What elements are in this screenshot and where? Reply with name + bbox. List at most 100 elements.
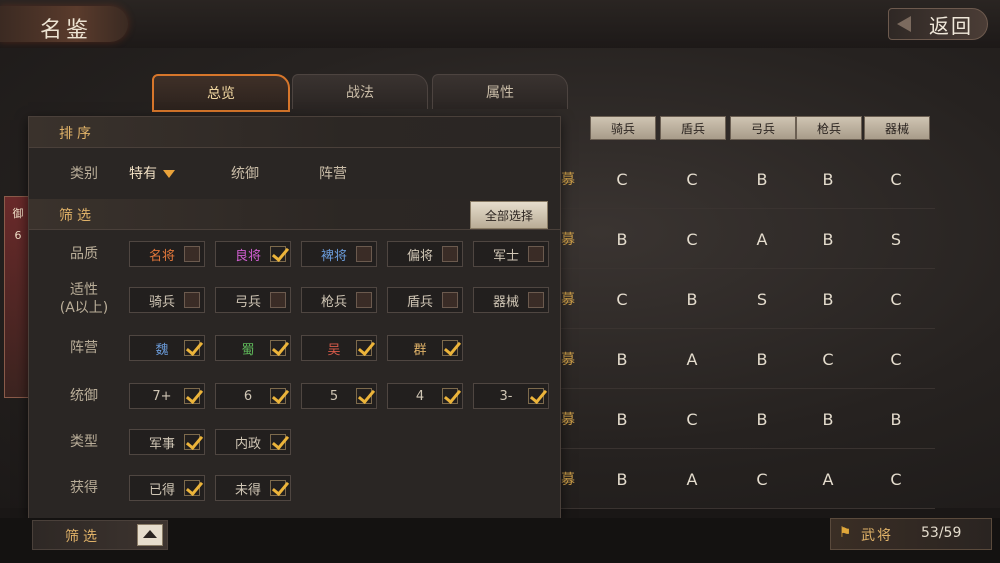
table-cell: B <box>822 229 834 249</box>
back-button[interactable]: 返回 <box>888 8 988 40</box>
filter-option-quality[interactable]: 良将 <box>215 241 291 267</box>
table-cell: C <box>616 169 628 189</box>
column-header[interactable]: 骑兵 <box>590 116 656 140</box>
checkbox-unchecked-icon[interactable] <box>528 292 544 308</box>
checkbox-checked-icon[interactable] <box>184 388 200 404</box>
checkbox-checked-icon[interactable] <box>442 340 458 356</box>
table-cell: B <box>756 349 768 369</box>
checkbox-checked-icon[interactable] <box>270 388 286 404</box>
table-row[interactable]: 募BCBBB <box>510 390 935 449</box>
filter-option-command[interactable]: 3- <box>473 383 549 409</box>
checkbox-checked-icon[interactable] <box>270 434 286 450</box>
filter-toggle-label: 筛选 <box>65 529 101 545</box>
table-row[interactable]: 募BCABS <box>510 210 935 269</box>
filter-option-command[interactable]: 4 <box>387 383 463 409</box>
filter-option-obtained[interactable]: 未得 <box>215 475 291 501</box>
general-count-badge[interactable]: ⚑ 武将 53/59 <box>830 518 992 550</box>
checkbox-unchecked-icon[interactable] <box>528 246 544 262</box>
table-cell: C <box>686 229 698 249</box>
sort-option-command[interactable]: 统御 <box>231 163 259 183</box>
filter-option-quality[interactable]: 军士 <box>473 241 549 267</box>
table-row[interactable]: 募BABCC <box>510 330 935 389</box>
checkbox-unchecked-icon[interactable] <box>184 292 200 308</box>
filter-option-type[interactable]: 军事 <box>129 429 205 455</box>
tab-attributes[interactable]: 属性 <box>432 74 568 109</box>
column-header[interactable]: 枪兵 <box>796 116 862 140</box>
sort-option-special[interactable]: 特有 <box>129 163 175 183</box>
column-header[interactable]: 盾兵 <box>660 116 726 140</box>
filter-option-quality[interactable]: 裨将 <box>301 241 377 267</box>
checkbox-checked-icon[interactable] <box>270 480 286 496</box>
column-header[interactable]: 弓兵 <box>730 116 796 140</box>
filter-option-command[interactable]: 6 <box>215 383 291 409</box>
sort-title: 排序 <box>59 126 95 142</box>
dropdown-triangle-icon <box>163 170 175 178</box>
filter-option-faction[interactable]: 魏 <box>129 335 205 361</box>
general-label: 武将 <box>861 528 893 544</box>
filter-option-aptitude[interactable]: 枪兵 <box>301 287 377 313</box>
filter-label-obtained: 获得 <box>70 480 98 496</box>
tab-tactics[interactable]: 战法 <box>292 74 428 109</box>
column-header[interactable]: 器械 <box>864 116 930 140</box>
table-cell: B <box>616 349 628 369</box>
checkbox-checked-icon[interactable] <box>356 388 372 404</box>
filter-option-type[interactable]: 内政 <box>215 429 291 455</box>
checkbox-unchecked-icon[interactable] <box>356 292 372 308</box>
filter-option-aptitude[interactable]: 弓兵 <box>215 287 291 313</box>
filter-option-faction[interactable]: 吴 <box>301 335 377 361</box>
tab-overview[interactable]: 总览 <box>152 74 290 112</box>
table-cell: A <box>822 469 834 489</box>
collapse-up-icon[interactable] <box>137 524 163 546</box>
checkbox-checked-icon[interactable] <box>184 340 200 356</box>
select-all-button[interactable]: 全部选择 <box>470 201 548 229</box>
table-cell: B <box>686 289 698 309</box>
filter-option-command[interactable]: 7+ <box>129 383 205 409</box>
sort-option-faction[interactable]: 阵营 <box>319 163 347 183</box>
table-row[interactable]: 募BACAC <box>510 450 935 509</box>
checkbox-unchecked-icon[interactable] <box>442 246 458 262</box>
table-cell: C <box>616 289 628 309</box>
checkbox-unchecked-icon[interactable] <box>356 246 372 262</box>
filter-label-quality: 品质 <box>70 246 98 262</box>
sort-option-label: 特有 <box>129 166 157 182</box>
filter-label-faction: 阵营 <box>70 340 98 356</box>
banner-icon: ⚑ <box>838 525 852 541</box>
sort-label: 类别 <box>70 166 98 182</box>
table-cell: C <box>822 349 834 369</box>
filter-option-aptitude[interactable]: 骑兵 <box>129 287 205 313</box>
sort-section-header: 排序 <box>29 117 560 148</box>
checkbox-checked-icon[interactable] <box>184 434 200 450</box>
checkbox-checked-icon[interactable] <box>528 388 544 404</box>
table-cell: C <box>890 469 902 489</box>
filter-option-quality[interactable]: 名将 <box>129 241 205 267</box>
checkbox-unchecked-icon[interactable] <box>442 292 458 308</box>
table-row[interactable]: 募CBSBC <box>510 270 935 329</box>
back-label: 返回 <box>929 13 973 38</box>
table-cell: B <box>756 169 768 189</box>
table-cell: S <box>756 289 768 309</box>
checkbox-checked-icon[interactable] <box>356 340 372 356</box>
table-cell: A <box>686 469 698 489</box>
filter-option-aptitude[interactable]: 器械 <box>473 287 549 313</box>
filter-option-command[interactable]: 5 <box>301 383 377 409</box>
filter-option-obtained[interactable]: 已得 <box>129 475 205 501</box>
table-cell: C <box>686 169 698 189</box>
checkbox-checked-icon[interactable] <box>270 246 286 262</box>
checkbox-checked-icon[interactable] <box>184 480 200 496</box>
table-cell: B <box>616 409 628 429</box>
table-cell: B <box>822 289 834 309</box>
checkbox-checked-icon[interactable] <box>442 388 458 404</box>
filter-option-faction[interactable]: 蜀 <box>215 335 291 361</box>
checkbox-checked-icon[interactable] <box>270 340 286 356</box>
table-header: 募 骑兵 盾兵 弓兵 枪兵 器械 <box>510 116 935 140</box>
filter-label-aptitude: 适性 (A以上) <box>59 282 109 316</box>
table-row[interactable]: 募CCBBC <box>510 150 935 209</box>
filter-option-faction[interactable]: 群 <box>387 335 463 361</box>
filter-label-type: 类型 <box>70 434 98 450</box>
filter-option-quality[interactable]: 偏将 <box>387 241 463 267</box>
checkbox-unchecked-icon[interactable] <box>184 246 200 262</box>
table-cell: B <box>890 409 902 429</box>
checkbox-unchecked-icon[interactable] <box>270 292 286 308</box>
filter-option-aptitude[interactable]: 盾兵 <box>387 287 463 313</box>
filter-toggle-button[interactable]: 筛选 <box>32 520 168 550</box>
